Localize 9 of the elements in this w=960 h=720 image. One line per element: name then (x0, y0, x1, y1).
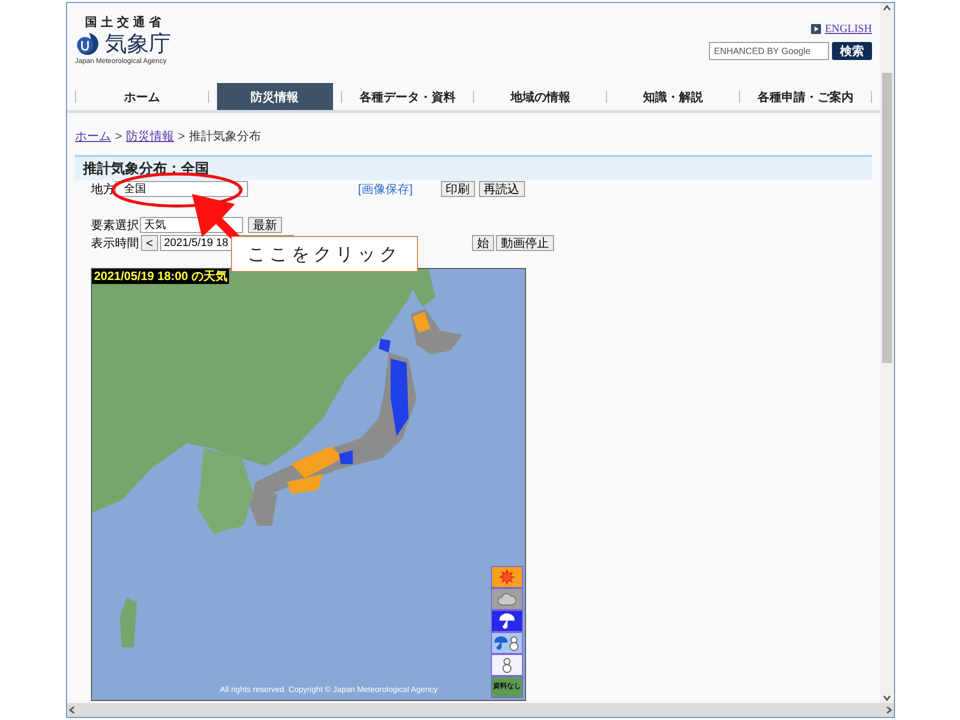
click-hint-tooltip: ここをクリック (231, 236, 418, 272)
ministry-name: 国土交通省 (85, 14, 166, 31)
time-label: 表示時間 (91, 235, 139, 252)
map-timestamp: 2021/05/19 18:00 の天気 (92, 269, 230, 284)
map-copyright: All rights reserved. Copyright © Japan Meteorological Agency (220, 684, 438, 696)
breadcrumb-separator: > (115, 128, 122, 145)
breadcrumb-item: 推計気象分布 (189, 128, 262, 145)
breadcrumb-separator: > (178, 128, 186, 145)
element-label: 要素選択 (91, 217, 139, 234)
